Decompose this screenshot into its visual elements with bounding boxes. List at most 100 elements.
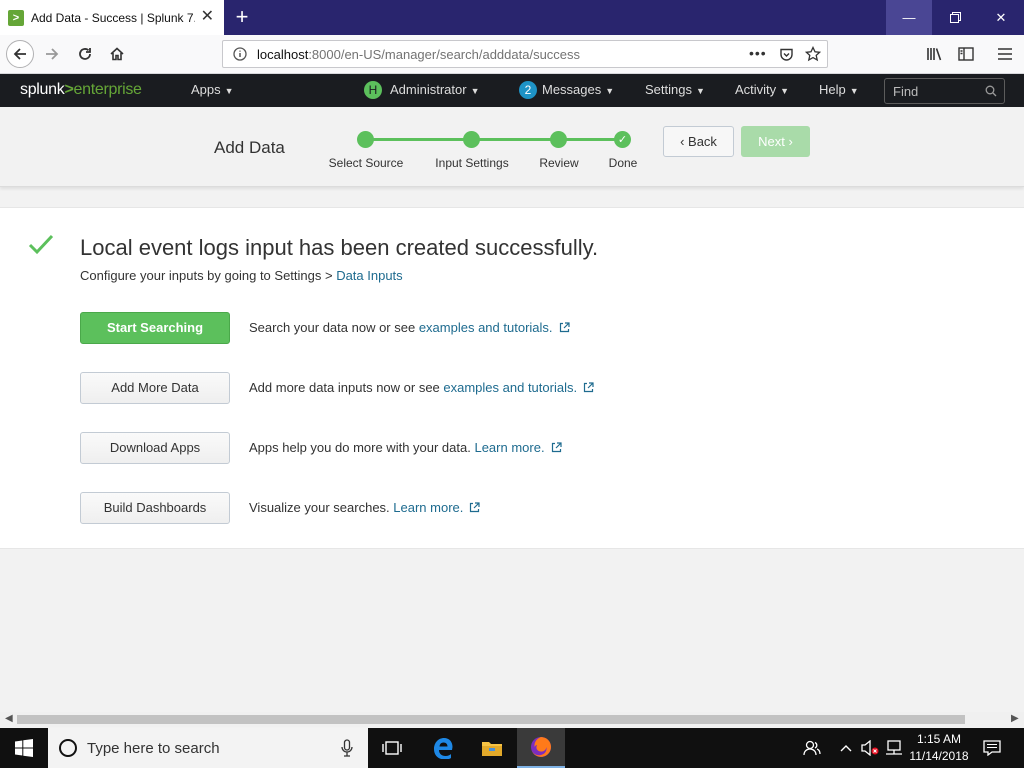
find-input[interactable]: Find xyxy=(884,78,1005,104)
external-link-icon[interactable] xyxy=(559,322,570,333)
caret-down-icon: ▼ xyxy=(849,86,859,96)
step-done-check-icon: ✓ xyxy=(614,131,631,148)
taskbar-search-placeholder: Type here to search xyxy=(87,739,220,757)
info-icon[interactable] xyxy=(233,47,247,61)
action-row-add-more-data: Add More Data Add more data inputs now o… xyxy=(80,372,780,404)
caret-down-icon: ▼ xyxy=(470,86,480,96)
tab-close-icon[interactable]: ✕ xyxy=(201,8,214,26)
action-center-icon[interactable] xyxy=(982,728,1002,768)
caret-down-icon: ▼ xyxy=(695,86,705,96)
windows-start-icon[interactable] xyxy=(0,728,48,768)
forward-arrow-icon[interactable] xyxy=(38,40,66,68)
data-inputs-link[interactable]: Data Inputs xyxy=(336,268,403,283)
add-data-wizard: Add Data ✓ Select Source Input Settings … xyxy=(0,107,1024,187)
action-description: Apps help you do more with your data. Le… xyxy=(249,440,562,455)
build-dashboards-button[interactable]: Build Dashboards xyxy=(80,492,230,524)
action-row-start-searching: Start Searching Search your data now or … xyxy=(80,312,780,344)
user-menu[interactable]: H Administrator ▼ xyxy=(364,81,480,99)
chevron-up-icon[interactable] xyxy=(838,728,854,768)
start-searching-button[interactable]: Start Searching xyxy=(80,312,230,344)
step-label-input-settings: Input Settings xyxy=(435,156,509,170)
task-view-icon[interactable] xyxy=(368,728,416,768)
scroll-right-arrow-icon[interactable]: ▶ xyxy=(1011,713,1019,724)
splunk-enterprise-logo[interactable]: splunk>enterprise xyxy=(20,81,142,99)
library-icon[interactable] xyxy=(921,40,949,68)
download-apps-button[interactable]: Download Apps xyxy=(80,432,230,464)
window-minimize-button[interactable]: — xyxy=(886,0,932,35)
clock-time: 1:15 AM xyxy=(916,732,962,746)
scrollbar-thumb[interactable] xyxy=(17,715,965,724)
external-link-icon[interactable] xyxy=(583,382,594,393)
action-row-download-apps: Download Apps Apps help you do more with… xyxy=(80,432,780,464)
browser-tab-bar: > Add Data - Success | Splunk 7.1 ✕ + — … xyxy=(0,0,1024,35)
page-title: Add Data xyxy=(214,138,285,157)
step-label-done: Done xyxy=(608,156,638,170)
home-icon[interactable] xyxy=(103,40,131,68)
external-link-icon[interactable] xyxy=(551,442,562,453)
success-check-icon xyxy=(28,234,54,255)
settings-menu[interactable]: Settings ▼ xyxy=(645,82,705,97)
taskbar-search-box[interactable]: Type here to search xyxy=(48,728,368,768)
window-restore-button[interactable] xyxy=(932,0,978,35)
chevron-left-icon: ‹ xyxy=(680,134,685,149)
learn-more-link[interactable]: Learn more. xyxy=(393,500,463,515)
caret-down-icon: ▼ xyxy=(224,86,234,96)
page-actions-icon[interactable]: ••• xyxy=(749,45,767,61)
file-explorer-icon[interactable] xyxy=(468,728,516,768)
pocket-icon[interactable] xyxy=(779,47,794,62)
chevron-right-icon: › xyxy=(788,134,793,149)
windows-taskbar: Type here to search 1:15 AM 11/14/2018 xyxy=(0,728,1024,768)
cortana-circle-icon xyxy=(59,739,77,757)
reload-icon[interactable] xyxy=(71,40,99,68)
success-title: Local event logs input has been created … xyxy=(80,235,599,260)
action-row-build-dashboards: Build Dashboards Visualize your searches… xyxy=(80,492,780,524)
messages-menu[interactable]: 2 Messages ▼ xyxy=(519,81,614,99)
examples-tutorials-link[interactable]: examples and tutorials. xyxy=(419,320,553,335)
new-tab-button[interactable]: + xyxy=(230,4,254,30)
help-menu[interactable]: Help ▼ xyxy=(819,82,859,97)
caret-down-icon: ▼ xyxy=(780,86,790,96)
apps-menu[interactable]: Apps ▼ xyxy=(191,82,234,97)
people-icon[interactable] xyxy=(802,728,822,768)
external-link-icon[interactable] xyxy=(469,502,480,513)
browser-tab[interactable]: > Add Data - Success | Splunk 7.1 ✕ xyxy=(0,0,224,35)
success-panel: Local event logs input has been created … xyxy=(0,207,1024,549)
action-description: Search your data now or see examples and… xyxy=(249,320,570,335)
browser-nav-bar: localhost:8000/en-US/manager/search/addd… xyxy=(0,35,1024,74)
wizard-progress-line xyxy=(366,138,622,141)
bookmark-star-icon[interactable] xyxy=(805,46,821,62)
window-close-button[interactable]: ✕ xyxy=(978,0,1024,35)
step-label-review: Review xyxy=(539,156,579,170)
scroll-left-arrow-icon[interactable]: ◀ xyxy=(5,713,13,724)
tab-title: Add Data - Success | Splunk 7.1 xyxy=(31,10,195,25)
taskbar-clock[interactable]: 1:15 AM 11/14/2018 xyxy=(906,731,972,765)
messages-count-badge: 2 xyxy=(519,81,537,99)
add-more-data-button[interactable]: Add More Data xyxy=(80,372,230,404)
splunk-app-bar: splunk>enterprise Apps ▼ H Administrator ▼ … xyxy=(0,74,1024,107)
back-arrow-icon[interactable] xyxy=(6,40,34,68)
microphone-icon[interactable] xyxy=(341,739,353,757)
action-description: Add more data inputs now or see examples… xyxy=(249,380,594,395)
firefox-icon[interactable] xyxy=(517,728,565,768)
back-button[interactable]: ‹ Back xyxy=(663,126,734,157)
url-text: localhost:8000/en-US/manager/search/addd… xyxy=(257,46,581,62)
edge-browser-icon[interactable] xyxy=(419,728,467,768)
network-icon[interactable] xyxy=(884,728,904,768)
next-button[interactable]: Next › xyxy=(741,126,810,157)
step-dot-select-source xyxy=(357,131,374,148)
sidebar-icon[interactable] xyxy=(952,40,980,68)
activity-menu[interactable]: Activity ▼ xyxy=(735,82,789,97)
search-icon xyxy=(985,85,997,97)
splunk-favicon-icon: > xyxy=(8,9,24,26)
volume-muted-icon[interactable] xyxy=(860,728,880,768)
learn-more-link[interactable]: Learn more. xyxy=(474,440,544,455)
horizontal-scrollbar[interactable]: ◀ ▶ xyxy=(0,712,1024,727)
examples-tutorials-link[interactable]: examples and tutorials. xyxy=(443,380,577,395)
step-dot-input-settings xyxy=(463,131,480,148)
url-bar[interactable]: localhost:8000/en-US/manager/search/addd… xyxy=(222,40,828,68)
hamburger-menu-icon[interactable] xyxy=(991,40,1019,68)
step-label-select-source: Select Source xyxy=(328,156,404,170)
step-dot-review xyxy=(550,131,567,148)
configure-hint: Configure your inputs by going to Settin… xyxy=(80,268,403,283)
user-avatar: H xyxy=(364,81,382,99)
